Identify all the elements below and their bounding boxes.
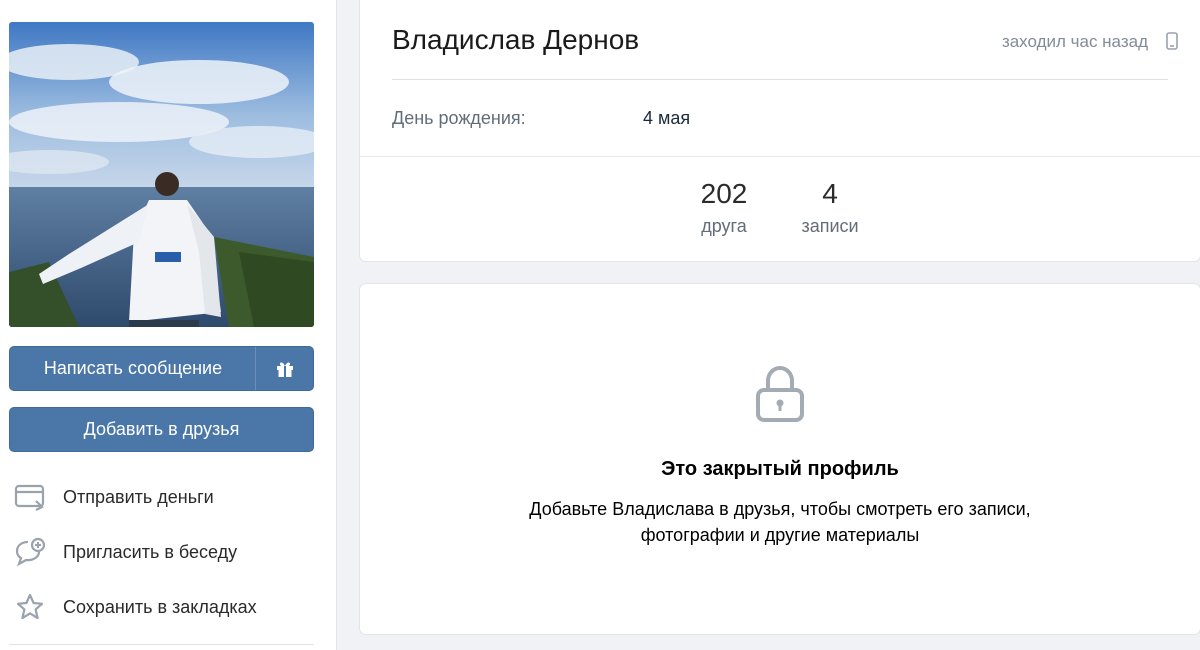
write-message-button[interactable]: Написать сообщение [9, 346, 314, 391]
profile-page: Написать сообщение Добавить в друзья Отп… [0, 0, 1200, 650]
chat-plus-icon [12, 534, 48, 570]
avatar[interactable] [9, 22, 314, 327]
divider [9, 644, 314, 645]
friends-count: 202 [700, 178, 748, 209]
posts-counter[interactable]: 4 записи [790, 178, 870, 237]
column-separator [336, 0, 337, 650]
gift-icon [276, 362, 293, 377]
friends-counter[interactable]: 202 друга [682, 178, 766, 237]
mobile-phone-icon [1166, 32, 1178, 55]
divider [360, 156, 1200, 157]
write-message-label: Написать сообщение [43, 358, 223, 378]
avatar-photo [9, 22, 314, 327]
star-icon [12, 589, 48, 625]
save-bookmarks-action[interactable]: Сохранить в закладках [12, 589, 312, 625]
posts-label: записи [801, 216, 859, 236]
private-profile-title: Это закрытый профиль [661, 458, 899, 480]
lock-icon [754, 364, 806, 429]
birthday-value[interactable]: 4 мая [643, 108, 690, 129]
profile-name: Владислав Дернов [392, 24, 640, 55]
private-profile-text-line: Добавьте Владислава в друзья, чтобы смот… [529, 499, 1031, 519]
invite-to-chat-label: Пригласить в беседу [63, 541, 238, 562]
send-money-action[interactable]: Отправить деньги [12, 479, 312, 515]
private-profile-text-line: фотографии и другие материалы [640, 525, 920, 545]
add-friend-button[interactable]: Добавить в друзья [9, 407, 314, 452]
divider [392, 79, 1168, 80]
left-column: Написать сообщение Добавить в друзья Отп… [0, 0, 336, 650]
invite-to-chat-action[interactable]: Пригласить в беседу [12, 534, 312, 570]
birthday-label: День рождения: [392, 108, 526, 128]
save-bookmarks-label: Сохранить в закладках [63, 596, 257, 617]
profile-info-card: Владислав Дернов заходил час назад День … [360, 0, 1200, 261]
send-money-label: Отправить деньги [63, 486, 214, 507]
online-status: заходил час назад [1001, 32, 1148, 51]
gift-button[interactable] [255, 347, 313, 390]
card-icon [12, 479, 48, 515]
friends-label: друга [701, 216, 747, 236]
private-profile-card: Это закрытый профиль Добавьте Владислава… [360, 284, 1200, 634]
posts-count: 4 [822, 178, 838, 209]
private-profile-description: Добавьте Владислава в друзья, чтобы смот… [360, 496, 1200, 548]
